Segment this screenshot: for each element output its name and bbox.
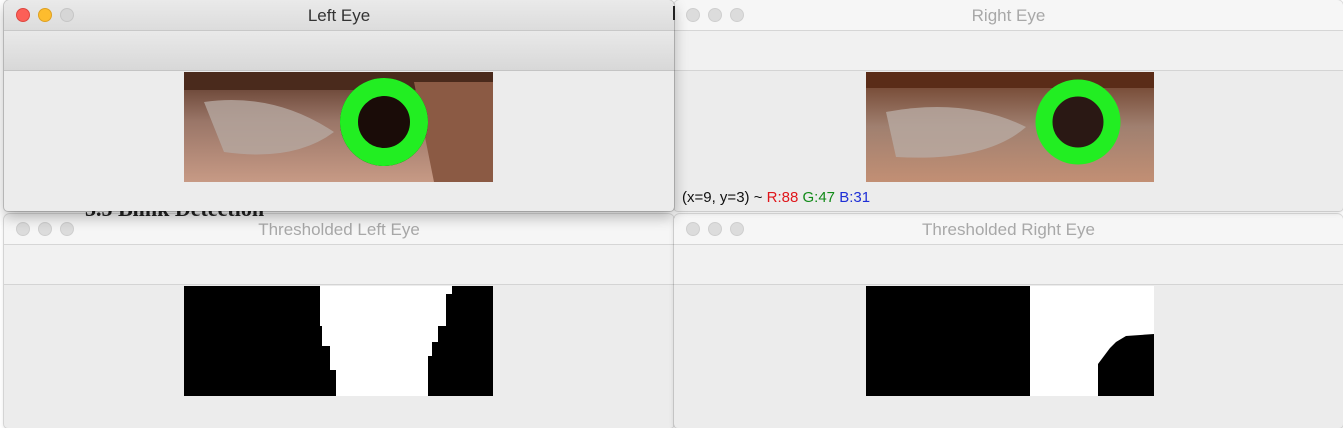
title-bar[interactable]: Right Eye bbox=[674, 0, 1343, 31]
blue-value: B:31 bbox=[839, 189, 871, 206]
toolbar bbox=[674, 31, 1343, 71]
thresholded-right-eye-image[interactable] bbox=[866, 286, 1154, 396]
left-eye-image[interactable] bbox=[184, 72, 493, 182]
window-title: Thresholded Right Eye bbox=[922, 220, 1095, 239]
pixel-coordinates: (x=9, y=3) ~ bbox=[682, 189, 763, 206]
title-bar[interactable]: Left Eye bbox=[4, 0, 674, 31]
thresholded-left-eye-window[interactable]: Thresholded Left Eye bbox=[4, 214, 674, 428]
red-value: R:88 bbox=[766, 189, 799, 206]
title-bar[interactable]: Thresholded Right Eye bbox=[674, 214, 1343, 245]
right-eye-image[interactable] bbox=[866, 72, 1154, 182]
toolbar bbox=[4, 31, 674, 71]
window-title: Right Eye bbox=[971, 6, 1046, 25]
green-value: G:47 bbox=[802, 189, 836, 206]
window-title: Thresholded Left Eye bbox=[258, 220, 420, 239]
pixel-info-status: (x=9, y=3) ~ R:88 G:47 B:31 bbox=[682, 189, 870, 206]
toolbar bbox=[674, 245, 1343, 285]
toolbar bbox=[4, 245, 674, 285]
text-cursor bbox=[673, 6, 675, 20]
thresholded-right-eye-window[interactable]: Thresholded Right Eye bbox=[674, 214, 1343, 428]
left-eye-window[interactable]: Left Eye bbox=[4, 0, 674, 211]
window-title: Left Eye bbox=[307, 6, 371, 25]
right-eye-window[interactable]: Right Eye (x=9, y=3) ~ R:88 G:47 B:31 bbox=[674, 0, 1343, 211]
thresholded-left-eye-image[interactable] bbox=[184, 286, 493, 396]
